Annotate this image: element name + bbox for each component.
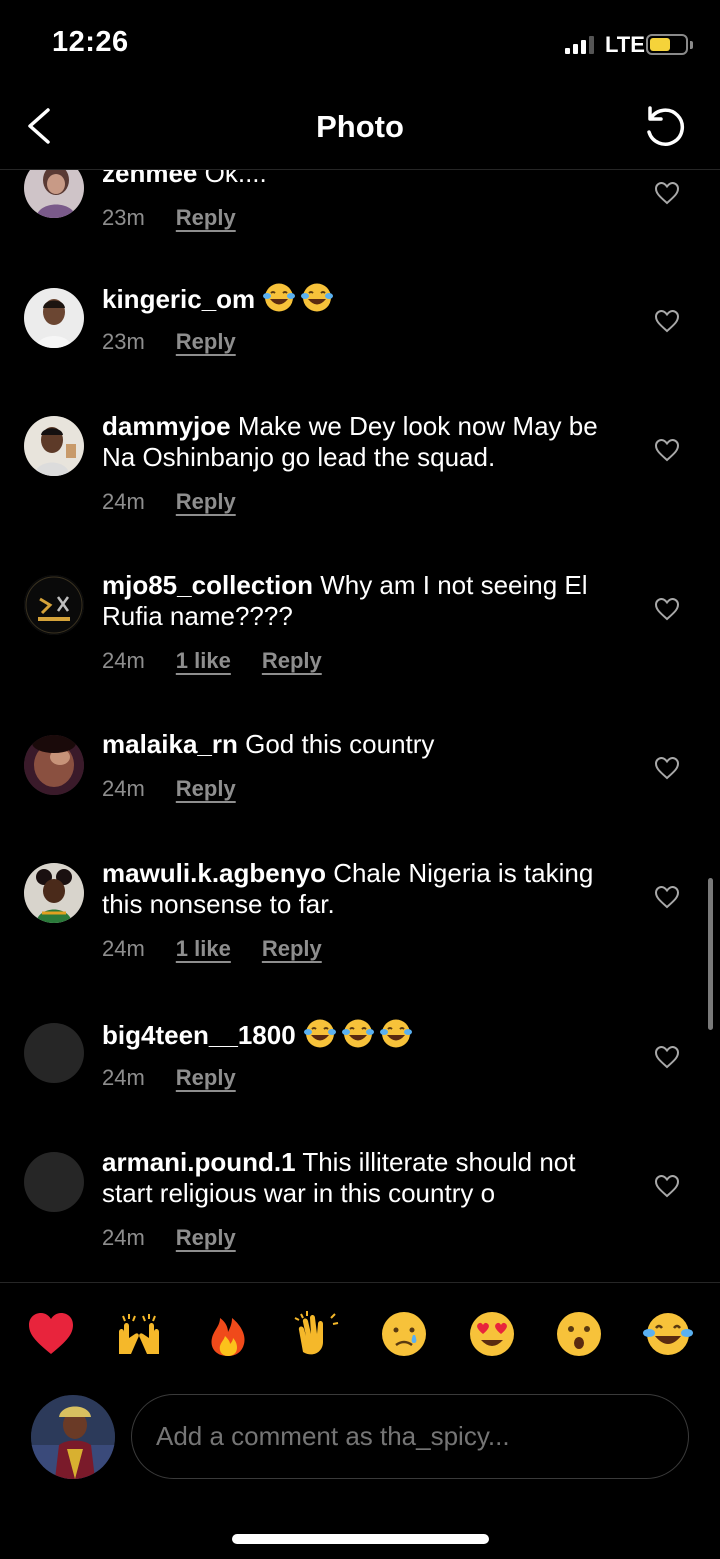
comment-text: Ok.... [204, 170, 267, 188]
comment-emojis [262, 283, 338, 314]
face-with-tears-of-joy-icon [301, 283, 334, 312]
comment-item: malaika_rn God this country 24m Reply [0, 729, 720, 839]
battery-icon [646, 34, 693, 55]
face-with-tears-of-joy-icon [263, 283, 296, 312]
heart-eyes-emoji-button[interactable] [466, 1308, 518, 1360]
comment-item: zenmee Ok.... 23m Reply [0, 170, 720, 260]
comment-username[interactable]: big4teen__1800 [102, 1020, 296, 1050]
like-heart-icon[interactable] [654, 181, 680, 205]
page-title: Photo [316, 109, 404, 144]
face-with-tears-of-joy-emoji-button[interactable] [642, 1308, 694, 1360]
likes-count-link[interactable]: 1 like [176, 936, 231, 962]
reply-button[interactable]: Reply [176, 489, 236, 515]
clapping-hands-emoji-button[interactable] [291, 1308, 343, 1360]
reply-button[interactable]: Reply [262, 936, 322, 962]
signal-strength-icon [565, 36, 594, 54]
likes-count-link[interactable]: 1 like [176, 648, 231, 674]
nav-bar: Photo [0, 90, 720, 170]
like-heart-icon[interactable] [654, 1174, 680, 1198]
fire-emoji-button[interactable] [202, 1308, 254, 1360]
face-with-tears-of-joy-icon [303, 1019, 336, 1048]
comment-item: kingeric_om 23m Reply [0, 282, 720, 392]
avatar[interactable] [24, 170, 84, 218]
comment-composer [0, 1393, 720, 1483]
status-time: 12:26 [52, 26, 129, 58]
quick-reactions-bar [0, 1308, 720, 1364]
face-with-tears-of-joy-icon [341, 1019, 374, 1048]
comments-list[interactable]: zenmee Ok.... 23m Reply kingeric_om 23m … [0, 170, 720, 1282]
comment-item: armani.pound.1 This illiterate should no… [0, 1147, 720, 1282]
comment-item: big4teen__1800 24m Reply [0, 1018, 720, 1128]
refresh-icon[interactable] [640, 102, 690, 152]
reply-button[interactable]: Reply [176, 776, 236, 802]
comment-time: 24m [102, 1225, 145, 1250]
reply-button[interactable]: Reply [176, 1225, 236, 1251]
heart-emoji-button[interactable] [25, 1308, 77, 1360]
comment-time: 23m [102, 205, 145, 230]
comment-text: God this country [245, 729, 435, 759]
comment-time: 24m [102, 776, 145, 801]
comment-item: dammyjoe Make we Dey look now May be Na … [0, 411, 720, 551]
avatar[interactable] [24, 416, 84, 476]
astonished-face-emoji-button[interactable] [553, 1308, 605, 1360]
comment-input[interactable] [131, 1394, 689, 1479]
comment-time: 24m [102, 648, 145, 673]
reply-button[interactable]: Reply [262, 648, 322, 674]
reply-button[interactable]: Reply [176, 1065, 236, 1091]
avatar[interactable] [24, 735, 84, 795]
like-heart-icon[interactable] [654, 438, 680, 462]
like-heart-icon[interactable] [654, 1045, 680, 1069]
scrollbar[interactable] [708, 878, 713, 1030]
comment-username[interactable]: malaika_rn [102, 729, 238, 759]
comment-time: 24m [102, 1065, 145, 1090]
comment-time: 24m [102, 489, 145, 514]
network-type: LTE [605, 32, 645, 57]
comment-time: 23m [102, 329, 145, 354]
reply-button[interactable]: Reply [176, 329, 236, 355]
home-indicator[interactable] [232, 1534, 489, 1544]
like-heart-icon[interactable] [654, 597, 680, 621]
status-bar: 12:26 LTE [0, 0, 720, 90]
raising-hands-emoji-button[interactable] [113, 1308, 165, 1360]
comment-username[interactable]: armani.pound.1 [102, 1147, 296, 1177]
comment-username[interactable]: mjo85_collection [102, 570, 313, 600]
divider [0, 1282, 720, 1283]
avatar[interactable] [24, 288, 84, 348]
reply-button[interactable]: Reply [176, 205, 236, 231]
comment-username[interactable]: dammyjoe [102, 411, 231, 441]
comment-username[interactable]: kingeric_om [102, 284, 255, 314]
comment-item: mjo85_collection Why am I not seeing El … [0, 570, 720, 710]
avatar[interactable] [24, 863, 84, 923]
avatar[interactable] [24, 575, 84, 635]
avatar[interactable] [24, 1152, 84, 1212]
like-heart-icon[interactable] [654, 756, 680, 780]
crying-face-emoji-button[interactable] [378, 1308, 430, 1360]
comment-emojis [303, 1019, 417, 1050]
comment-item: mawuli.k.agbenyo Chale Nigeria is taking… [0, 858, 720, 998]
avatar[interactable] [24, 1023, 84, 1083]
comment-username[interactable]: zenmee [102, 170, 197, 188]
face-with-tears-of-joy-icon [379, 1019, 412, 1048]
like-heart-icon[interactable] [654, 309, 680, 333]
comment-username[interactable]: mawuli.k.agbenyo [102, 858, 326, 888]
avatar[interactable] [31, 1395, 115, 1479]
comment-time: 24m [102, 936, 145, 961]
like-heart-icon[interactable] [654, 885, 680, 909]
